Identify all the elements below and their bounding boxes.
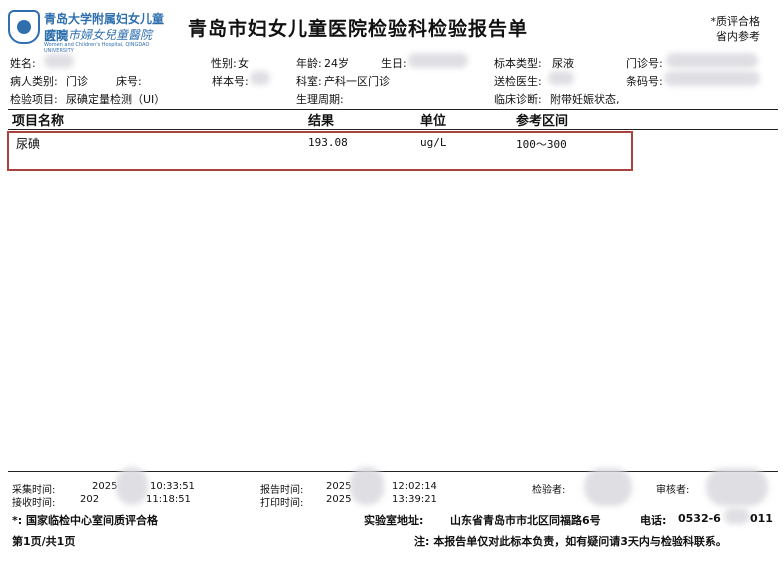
column-header-result: 结果 [308,114,335,129]
logo-name-cn-script: 青島市婦女兒童醫院 [44,28,153,42]
receive-time-prefix: 202 [80,494,100,505]
column-header-range: 参考区间 [516,114,569,129]
collect-time-suffix: 10:33:51 [150,481,195,492]
hospital-emblem-icon [8,10,40,44]
quality-note-line2: 省内参考 [716,30,760,43]
age-value: 24岁 [324,57,349,70]
print-time-prefix: 2025 [326,494,352,505]
redacted-phone [724,508,750,524]
logo-name-en: Women and Children's Hospital, QINGDAO U… [44,42,150,54]
print-time-suffix: 13:39:21 [392,494,437,505]
specimen-type-label: 标本类型: [494,57,542,70]
bed-no-label: 床号: [116,75,142,88]
outpatient-no-label: 门诊号: [626,57,663,70]
department-value: 产科一区门诊 [324,75,390,88]
quality-note-line1: *质评合格 [710,15,761,28]
patient-category-label: 病人类别: [10,75,58,88]
redacted-name [44,54,74,68]
test-item-value: 尿碘定量检测（UI） [66,93,166,106]
diagnosis-value: 附带妊娠状态, [550,93,620,106]
report-time-prefix: 2025 [326,481,352,492]
redacted-barcode [664,71,760,86]
redacted-tester-signature [584,468,632,506]
receive-time-label: 接收时间: [12,498,56,509]
tester-label: 检验者: [532,485,566,496]
patient-category-value: 门诊 [66,75,88,88]
diagnosis-label: 临床诊断: [494,93,542,106]
phone-label: 电话: [640,514,667,527]
column-header-item: 项目名称 [12,114,65,129]
lab-address-label: 实验室地址: [364,514,424,527]
name-label: 姓名: [10,57,36,70]
gender-label: 性别: [211,57,237,70]
hospital-logo: 青岛大学附属妇女儿童医院 青島市婦女兒童醫院 Women and Childre… [8,8,174,54]
disclaimer: 注: 本报告单仅对此标本负责，如有疑问请3天内与检验科联系。 [414,535,727,548]
redacted-sending-doctor [548,71,574,85]
barcode-label: 条码号: [626,75,663,88]
report-title: 青岛市妇女儿童医院检验科检验报告单 [188,18,529,40]
redacted-sample-no [250,71,270,85]
phone-tail: 011 [750,512,773,525]
highlight-box [7,131,633,171]
age-label: 年龄: [296,57,322,70]
page-info: 第1页/共1页 [12,535,76,548]
redacted-outpatient-no [666,53,758,68]
report-time-suffix: 12:02:14 [392,481,437,492]
test-item-label: 检验项目: [10,93,58,106]
phone-value: 0532-6 [678,512,721,525]
specimen-type-value: 尿液 [552,57,574,70]
birth-label: 生日: [381,57,407,70]
receive-time-suffix: 11:18:51 [146,494,191,505]
column-header-unit: 单位 [420,114,447,129]
print-time-label: 打印时间: [260,498,304,509]
cycle-label: 生理周期: [296,93,344,106]
national-quality-note: *: 国家临检中心室间质评合格 [12,514,158,527]
redacted-reviewer-signature [706,468,768,506]
redacted-collect-date [116,467,148,505]
department-label: 科室: [296,75,322,88]
lab-address-value: 山东省青岛市市北区同福路6号 [450,514,601,527]
quality-note: *质评合格 省内参考 [680,14,761,44]
gender-value: 女 [238,57,249,70]
redacted-birth [408,53,468,68]
collect-time-prefix: 2025 [92,481,118,492]
table-top-rule [8,109,778,110]
reviewer-label: 审核者: [656,485,690,496]
redacted-report-date [350,467,384,505]
sending-doctor-label: 送检医生: [494,75,542,88]
sample-no-label: 样本号: [212,75,249,88]
table-header-rule [8,129,778,130]
